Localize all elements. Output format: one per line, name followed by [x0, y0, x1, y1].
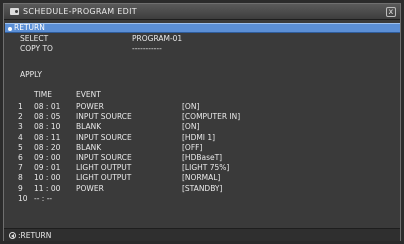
event-name: INPUT SOURCE	[76, 152, 132, 162]
event-param: [ON]	[182, 122, 200, 132]
apply-menu-item[interactable]: APPLY	[20, 70, 42, 80]
event-row[interactable]: 7 09 : 01 LIGHT OUTPUT [LIGHT 75%]	[4, 163, 400, 173]
event-param: [OFF]	[182, 142, 203, 152]
return-arrow-icon[interactable]	[9, 232, 16, 239]
event-name: BLANK	[76, 122, 102, 132]
event-row[interactable]: 2 08 : 05 INPUT SOURCE [COMPUTER IN]	[4, 112, 400, 122]
event-param: [HDMI 1]	[182, 132, 216, 142]
window-title: SCHEDULE-PROGRAM EDIT	[23, 7, 137, 16]
event-name: POWER	[76, 183, 104, 193]
event-number: 5	[18, 142, 23, 152]
event-param: [NORMAL]	[182, 173, 221, 183]
event-time: -- : --	[34, 193, 53, 203]
event-row[interactable]: 5 08 : 20 BLANK [OFF]	[4, 143, 400, 153]
event-time: 10 : 00	[34, 173, 61, 183]
close-icon[interactable]: x	[386, 7, 396, 17]
footer-return-label[interactable]: :RETURN	[18, 229, 51, 242]
event-param: [HDBaseT]	[182, 152, 223, 162]
event-time: 08 : 11	[34, 132, 61, 142]
event-number: 6	[18, 152, 23, 162]
select-value: PROGRAM-01	[132, 34, 183, 43]
event-name: LIGHT OUTPUT	[76, 173, 132, 183]
event-time: 08 : 01	[34, 102, 61, 111]
projector-icon	[10, 8, 19, 15]
title-bar: SCHEDULE-PROGRAM EDIT x	[4, 4, 400, 20]
event-number: 10	[18, 193, 28, 203]
event-number: 9	[18, 183, 23, 193]
event-number: 1	[18, 102, 23, 111]
event-row[interactable]: 4 08 : 11 INPUT SOURCE [HDMI 1]	[4, 133, 400, 143]
event-row[interactable]: 8 10 : 00 LIGHT OUTPUT [NORMAL]	[4, 173, 400, 183]
event-param: [COMPUTER IN]	[182, 112, 241, 122]
copy-to-menu-item[interactable]: COPY TO -----------	[20, 44, 350, 54]
copy-to-value: -----------	[132, 44, 162, 53]
select-label: SELECT	[20, 34, 49, 43]
event-name: POWER	[76, 102, 104, 111]
event-name: INPUT SOURCE	[76, 112, 132, 122]
event-row[interactable]: 1 08 : 01 POWER [ON]	[4, 102, 400, 112]
event-time: 09 : 01	[34, 163, 61, 173]
event-name: BLANK	[76, 142, 102, 152]
time-column-header: TIME	[34, 90, 53, 99]
event-number: 3	[18, 122, 23, 132]
schedule-program-edit-window: SCHEDULE-PROGRAM EDIT x RETURN SELECT PR…	[3, 3, 401, 241]
event-number: 7	[18, 163, 23, 173]
event-name: LIGHT OUTPUT	[76, 163, 132, 173]
return-label: RETURN	[14, 23, 45, 32]
event-list: 1 08 : 01 POWER [ON] 2 08 : 05 INPUT SOU…	[4, 102, 400, 204]
event-param: [STANDBY]	[182, 183, 223, 193]
return-menu-item[interactable]: RETURN	[5, 23, 400, 33]
event-param: [ON]	[182, 102, 200, 111]
selection-bullet-icon	[8, 26, 12, 31]
event-time: 08 : 10	[34, 122, 61, 132]
event-row[interactable]: 3 08 : 10 BLANK [ON]	[4, 122, 400, 132]
event-number: 2	[18, 112, 23, 122]
event-time: 08 : 20	[34, 142, 61, 152]
event-param: [LIGHT 75%]	[182, 163, 230, 173]
event-row[interactable]: 9 11 : 00 POWER [STANDBY]	[4, 184, 400, 194]
event-column-header: EVENT	[76, 90, 101, 99]
event-row[interactable]: 10 -- : --	[4, 194, 400, 204]
event-name: INPUT SOURCE	[76, 132, 132, 142]
event-time: 09 : 00	[34, 152, 61, 162]
copy-to-label: COPY TO	[20, 44, 53, 53]
footer-bar: :RETURN	[4, 228, 400, 241]
event-time: 11 : 00	[34, 183, 61, 193]
event-number: 8	[18, 173, 23, 183]
apply-label: APPLY	[20, 70, 42, 79]
select-menu-item[interactable]: SELECT PROGRAM-01	[20, 34, 350, 44]
event-time: 08 : 05	[34, 112, 61, 122]
event-number: 4	[18, 132, 23, 142]
event-row[interactable]: 6 09 : 00 INPUT SOURCE [HDBaseT]	[4, 153, 400, 163]
